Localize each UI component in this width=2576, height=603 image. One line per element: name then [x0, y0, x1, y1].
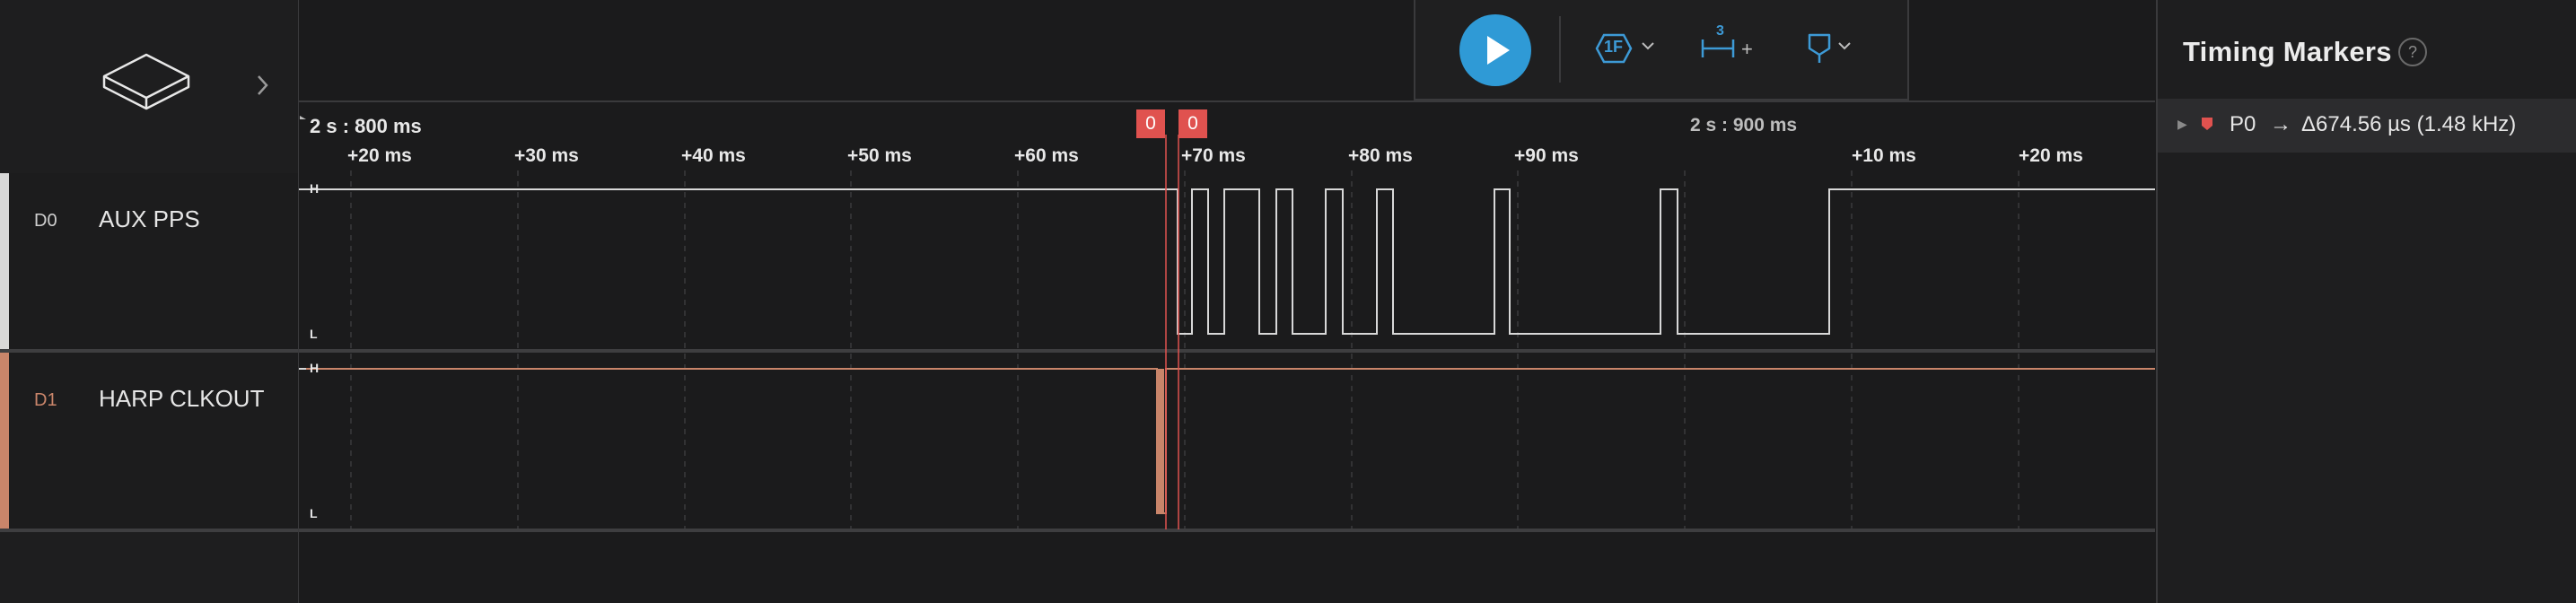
timing-marker-icon [1808, 33, 1831, 63]
channel-color-bar [0, 173, 9, 349]
play-icon [1487, 36, 1510, 65]
channel-divider [0, 529, 298, 532]
time-tick-label: +40 ms [681, 145, 746, 166]
panel-title: Timing Markers [2183, 36, 2392, 67]
marker-flag-icon [2202, 118, 2212, 130]
expand-caret-icon[interactable]: ▶ [2177, 117, 2187, 132]
channel-row-d1[interactable]: D1 HARP CLKOUT [0, 353, 298, 529]
time-tick-label: +50 ms [847, 145, 912, 166]
device-logo-icon [102, 53, 190, 110]
trigger-label: 1F [1604, 38, 1624, 56]
time-tick-label: +20 ms [347, 145, 412, 166]
capture-toolbar: 1F 3 + [1414, 0, 1909, 100]
level-high-label: H [310, 361, 320, 375]
level-low-label: L [310, 327, 318, 341]
marker-list-item[interactable]: ▶ P0 → Δ674.56 µs (1.48 kHz) [2158, 99, 2576, 153]
marker-name: P0 [2230, 112, 2256, 136]
chevron-right-icon[interactable] [256, 74, 270, 97]
waveform-d1-pulse-fill [1157, 369, 1164, 513]
arrow-right-icon: → [2270, 112, 2291, 136]
time-tick-label: +10 ms [1852, 145, 1916, 166]
toolbar-divider [1559, 16, 1561, 83]
marker-dropdown-button[interactable] [1806, 27, 1869, 72]
channel-row-d0[interactable]: D0 AUX PPS [0, 173, 298, 349]
channel-id: D0 [34, 211, 57, 231]
marker-delta-value: Δ674.56 µs (1.48 kHz) [2301, 112, 2517, 136]
channel-name[interactable]: HARP CLKOUT [99, 385, 264, 413]
time-tick-label: +30 ms [514, 145, 579, 166]
play-button[interactable] [1459, 14, 1531, 86]
time-tick-label: +20 ms [2019, 145, 2083, 166]
channel-id: D1 [34, 390, 57, 410]
logo-area [0, 0, 298, 170]
measure-ruler-icon [1701, 39, 1735, 57]
time-tick-label: +70 ms [1181, 145, 1246, 166]
time-tick-label: +80 ms [1348, 145, 1413, 166]
time-major-label: 2 s : 800 ms [310, 115, 422, 137]
axis-caret-icon [300, 116, 306, 119]
help-icon[interactable]: ? [2398, 38, 2427, 66]
level-high-label: H [310, 181, 320, 196]
time-axis[interactable]: 2 s : 800 ms 2 s : 900 ms +20 ms +30 ms … [299, 100, 2155, 174]
channel-sidebar: D0 AUX PPS D1 HARP CLKOUT [0, 0, 300, 603]
measure-add-label: + [1741, 38, 1753, 60]
add-measurement-button[interactable]: 3 + [1700, 23, 1763, 72]
waveform-d0 [299, 188, 2155, 335]
channel-name[interactable]: AUX PPS [99, 205, 200, 233]
waveform-d1 [299, 368, 2155, 514]
timing-markers-panel: Timing Markers ? ▶ P0 → Δ674.56 µs (1.48… [2156, 0, 2576, 603]
time-major-label: 2 s : 900 ms [1690, 115, 1798, 135]
level-low-label: L [310, 506, 318, 520]
channel-color-bar [0, 353, 9, 529]
chevron-down-icon [1838, 42, 1851, 50]
chevron-down-icon [1642, 42, 1654, 50]
trigger-button[interactable]: 1F [1595, 27, 1658, 72]
time-tick-label: +90 ms [1514, 145, 1579, 166]
time-tick-label: +60 ms [1014, 145, 1079, 166]
